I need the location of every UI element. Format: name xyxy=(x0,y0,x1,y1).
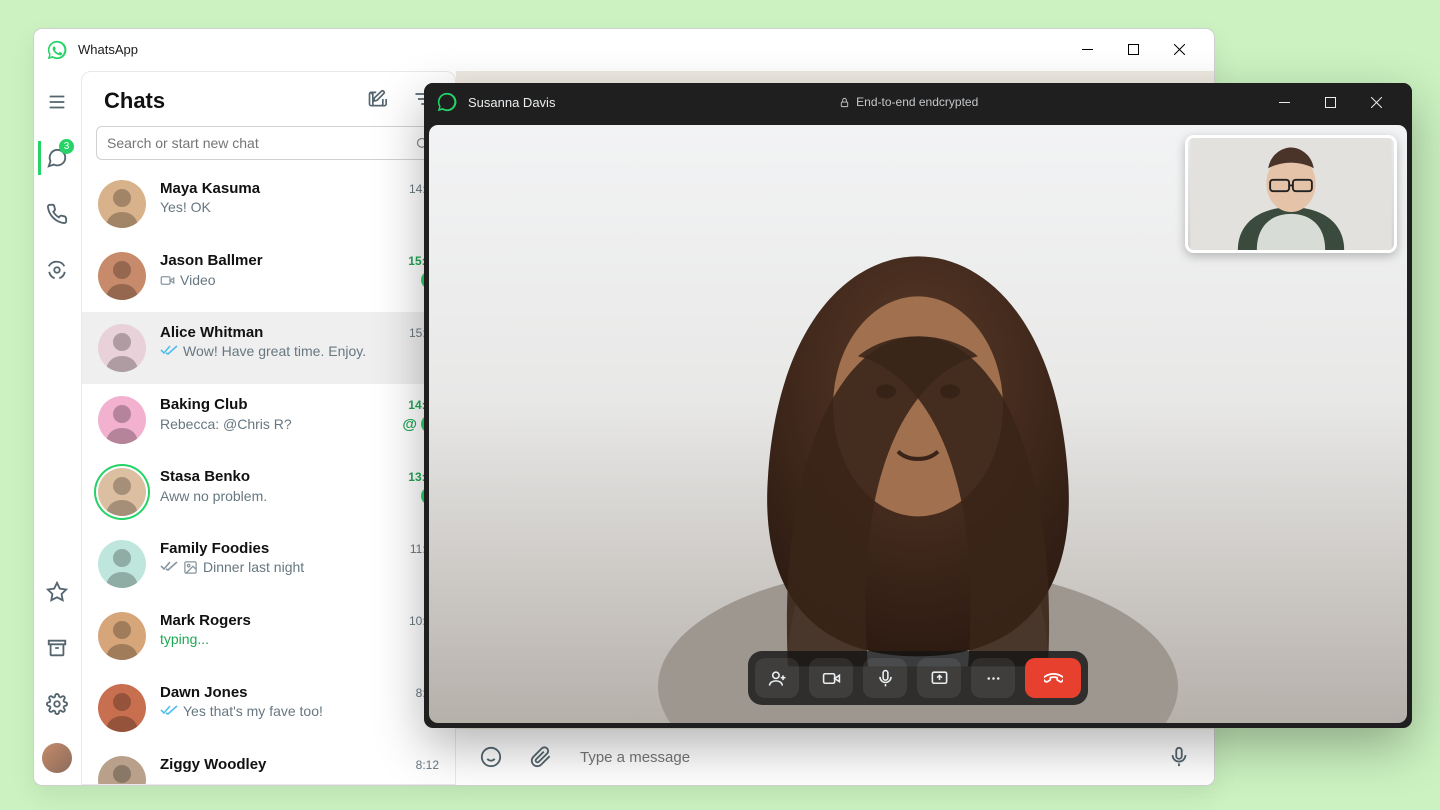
toggle-camera-button[interactable] xyxy=(809,658,853,698)
chat-preview: Wow! Have great time. Enjoy. xyxy=(183,343,366,359)
end-call-button[interactable] xyxy=(1025,658,1081,698)
chat-name: Baking Club xyxy=(160,396,248,413)
whatsapp-icon xyxy=(436,91,458,113)
nav-status[interactable] xyxy=(40,253,74,287)
chat-preview: Yes! OK xyxy=(160,199,211,215)
chat-item[interactable]: Stasa Benko 13:56 Aww no problem. 2 xyxy=(82,456,455,528)
nav-starred[interactable] xyxy=(40,575,74,609)
avatar xyxy=(98,324,146,372)
attach-button[interactable] xyxy=(530,746,552,768)
titlebar: WhatsApp xyxy=(34,29,1214,71)
message-input[interactable] xyxy=(580,749,1140,766)
chat-list: Maya Kasuma 14:53 Yes! OK Jason Ballmer … xyxy=(82,168,455,784)
chat-time: 8:12 xyxy=(416,758,439,772)
chat-item[interactable]: Baking Club 14:42 Rebecca: @Chris R? @1 xyxy=(82,384,455,456)
more-options-button[interactable] xyxy=(971,658,1015,698)
new-chat-button[interactable] xyxy=(367,89,387,114)
chat-name: Dawn Jones xyxy=(160,684,248,701)
chat-name: Family Foodies xyxy=(160,540,269,557)
chat-preview: Rebecca: @Chris R? xyxy=(160,416,292,432)
share-screen-button[interactable] xyxy=(917,658,961,698)
avatar xyxy=(98,180,146,228)
chat-preview: typing... xyxy=(160,631,209,647)
nav-calls[interactable] xyxy=(40,197,74,231)
avatar xyxy=(98,468,146,516)
whatsapp-icon xyxy=(46,39,68,61)
avatar xyxy=(98,396,146,444)
call-minimize-button[interactable] xyxy=(1262,87,1308,117)
lock-icon xyxy=(839,97,850,108)
call-maximize-button[interactable] xyxy=(1308,87,1354,117)
avatar xyxy=(98,252,146,300)
call-peer-name: Susanna Davis xyxy=(468,95,555,110)
add-participant-button[interactable] xyxy=(755,658,799,698)
nav-rail: 3 xyxy=(34,71,80,785)
chat-name: Jason Ballmer xyxy=(160,252,263,269)
emoji-button[interactable] xyxy=(480,746,502,768)
chat-item[interactable]: Alice Whitman 15:10 Wow! Have great time… xyxy=(82,312,455,384)
encryption-label: End-to-end endcrypted xyxy=(839,95,978,109)
chat-sidebar: Chats Maya Kasum xyxy=(81,71,456,785)
chat-name: Alice Whitman xyxy=(160,324,263,341)
avatar xyxy=(98,612,146,660)
message-composer xyxy=(456,729,1214,785)
chat-preview: Video xyxy=(180,272,216,288)
chat-item[interactable]: Family Foodies 11:20 Dinner last night xyxy=(82,528,455,600)
chat-name: Ziggy Woodley xyxy=(160,756,266,773)
avatar xyxy=(98,756,146,784)
chat-item[interactable]: Jason Ballmer 15:27 Video 3 xyxy=(82,240,455,312)
chat-name: Stasa Benko xyxy=(160,468,250,485)
nav-chats[interactable]: 3 xyxy=(38,141,72,175)
chat-name: Maya Kasuma xyxy=(160,180,260,197)
video-call-window: Susanna Davis End-to-end endcrypted xyxy=(424,83,1412,728)
avatar xyxy=(98,540,146,588)
chat-item[interactable]: Dawn Jones 8:30 Yes that's my fave too! xyxy=(82,672,455,744)
chat-item[interactable]: Mark Rogers 10:55 typing... xyxy=(82,600,455,672)
chat-preview: Aww no problem. xyxy=(160,488,267,504)
maximize-button[interactable] xyxy=(1110,34,1156,66)
close-button[interactable] xyxy=(1156,34,1202,66)
menu-icon[interactable] xyxy=(40,85,74,119)
nav-archived[interactable] xyxy=(40,631,74,665)
chat-name: Mark Rogers xyxy=(160,612,251,629)
chat-item[interactable]: Ziggy Woodley 8:12 xyxy=(82,744,455,784)
sidebar-heading: Chats xyxy=(104,88,165,114)
video-area xyxy=(429,125,1407,723)
minimize-button[interactable] xyxy=(1064,34,1110,66)
chat-item[interactable]: Maya Kasuma 14:53 Yes! OK xyxy=(82,168,455,240)
call-titlebar: Susanna Davis End-to-end endcrypted xyxy=(424,83,1412,121)
chat-preview: Dinner last night xyxy=(203,559,304,575)
chat-preview: Yes that's my fave too! xyxy=(183,703,323,719)
search-input-wrapper[interactable] xyxy=(96,126,441,160)
self-view-pip[interactable] xyxy=(1185,135,1397,253)
app-title: WhatsApp xyxy=(78,42,138,57)
call-close-button[interactable] xyxy=(1354,87,1400,117)
voice-message-button[interactable] xyxy=(1168,746,1190,768)
call-controls xyxy=(748,651,1088,705)
toggle-mic-button[interactable] xyxy=(863,658,907,698)
remote-video-feed xyxy=(638,166,1198,723)
chats-unread-badge: 3 xyxy=(59,139,74,154)
profile-avatar[interactable] xyxy=(42,743,72,773)
nav-settings[interactable] xyxy=(40,687,74,721)
avatar xyxy=(98,684,146,732)
search-input[interactable] xyxy=(107,135,415,151)
